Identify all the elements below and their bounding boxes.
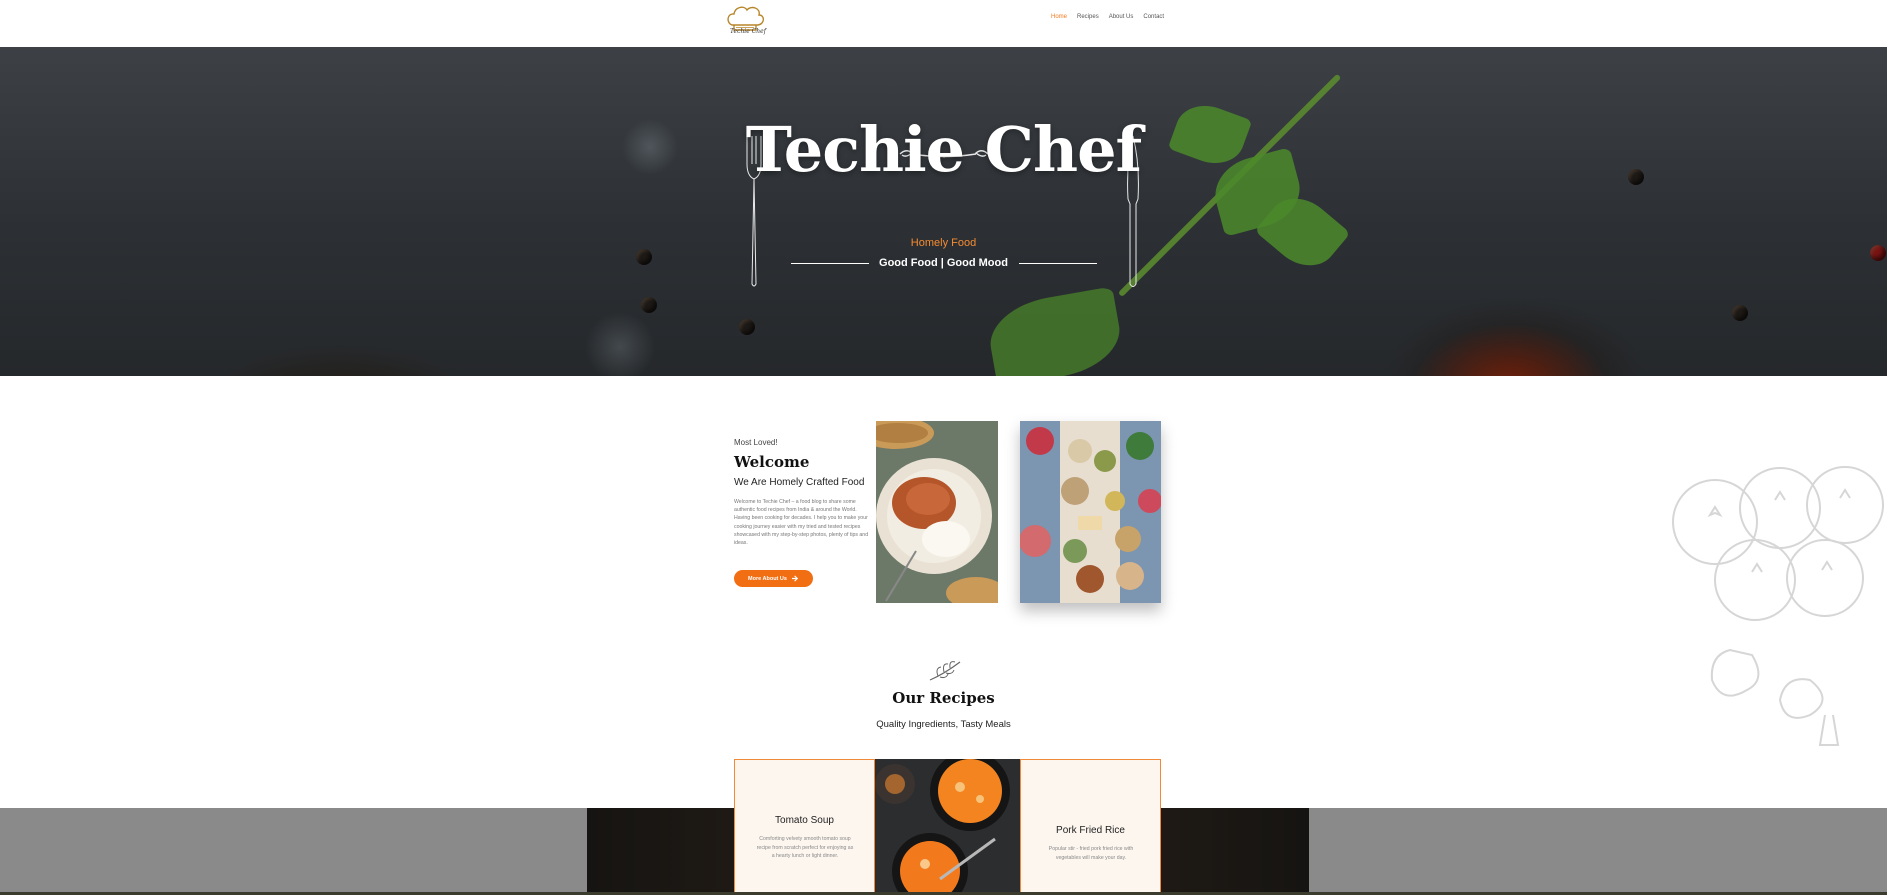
recipe-card-text: Popular stir - fried pork fried rice wit… (1048, 846, 1134, 861)
welcome-subtitle: We Are Homely Crafted Food (734, 477, 865, 488)
recipe-card-text: Comforting velvety smooth tomato soup re… (756, 836, 854, 859)
recipes-subtitle: Quality Ingredients, Tasty Meals (876, 719, 1011, 730)
recipe-card-pork-fried-rice[interactable]: Pork Fried Rice Popular stir - fried por… (1020, 759, 1161, 895)
welcome-kicker: Most Loved! (734, 438, 778, 447)
chef-hat-logo-icon[interactable] (724, 3, 766, 41)
recipe-card-tomato-soup[interactable]: Tomato Soup Comforting velvety smooth to… (734, 759, 875, 895)
more-about-us-button[interactable]: More About Us (734, 570, 813, 587)
welcome-body-text: Welcome to Techie Chef – a food blog to … (734, 499, 869, 547)
recipe-card-title: Tomato Soup (775, 815, 834, 826)
herb-sprig-icon (929, 661, 961, 681)
hero-tagline: Good Food | Good Mood (879, 257, 1008, 269)
nav-item-recipes[interactable]: Recipes (1077, 14, 1099, 20)
herb-leaf-decoration (984, 286, 1126, 376)
main-nav: Home Recipes About Us Contact (1051, 14, 1164, 20)
peppercorn-decoration (739, 319, 755, 335)
recipes-title: Our Recipes (892, 689, 995, 707)
arrow-right-icon (791, 575, 799, 582)
nav-item-contact[interactable]: Contact (1143, 14, 1164, 20)
welcome-title: Welcome (734, 453, 810, 471)
peppercorn-decoration (1732, 305, 1748, 321)
nav-item-home[interactable]: Home (1051, 14, 1067, 20)
hero-divider-right (1019, 263, 1097, 264)
site-header: Techie Chef Home Recipes About Us Contac… (0, 0, 1887, 47)
hero-subtitle: Homely Food (910, 237, 977, 249)
curry-dish-photo (876, 421, 998, 603)
hero-title: Techie Chef (745, 113, 1142, 186)
nav-item-about-us[interactable]: About Us (1109, 14, 1134, 20)
hero-banner (0, 47, 1887, 376)
family-dinner-photo (1020, 421, 1161, 603)
recipe-card-title: Pork Fried Rice (1056, 825, 1125, 836)
tomato-sketch-decoration (1672, 466, 1884, 746)
peppercorn-decoration (641, 297, 657, 313)
logo-text: Techie Chef (730, 28, 766, 35)
more-about-us-label: More About Us (748, 575, 787, 582)
tomato-soup-photo (875, 759, 1020, 895)
